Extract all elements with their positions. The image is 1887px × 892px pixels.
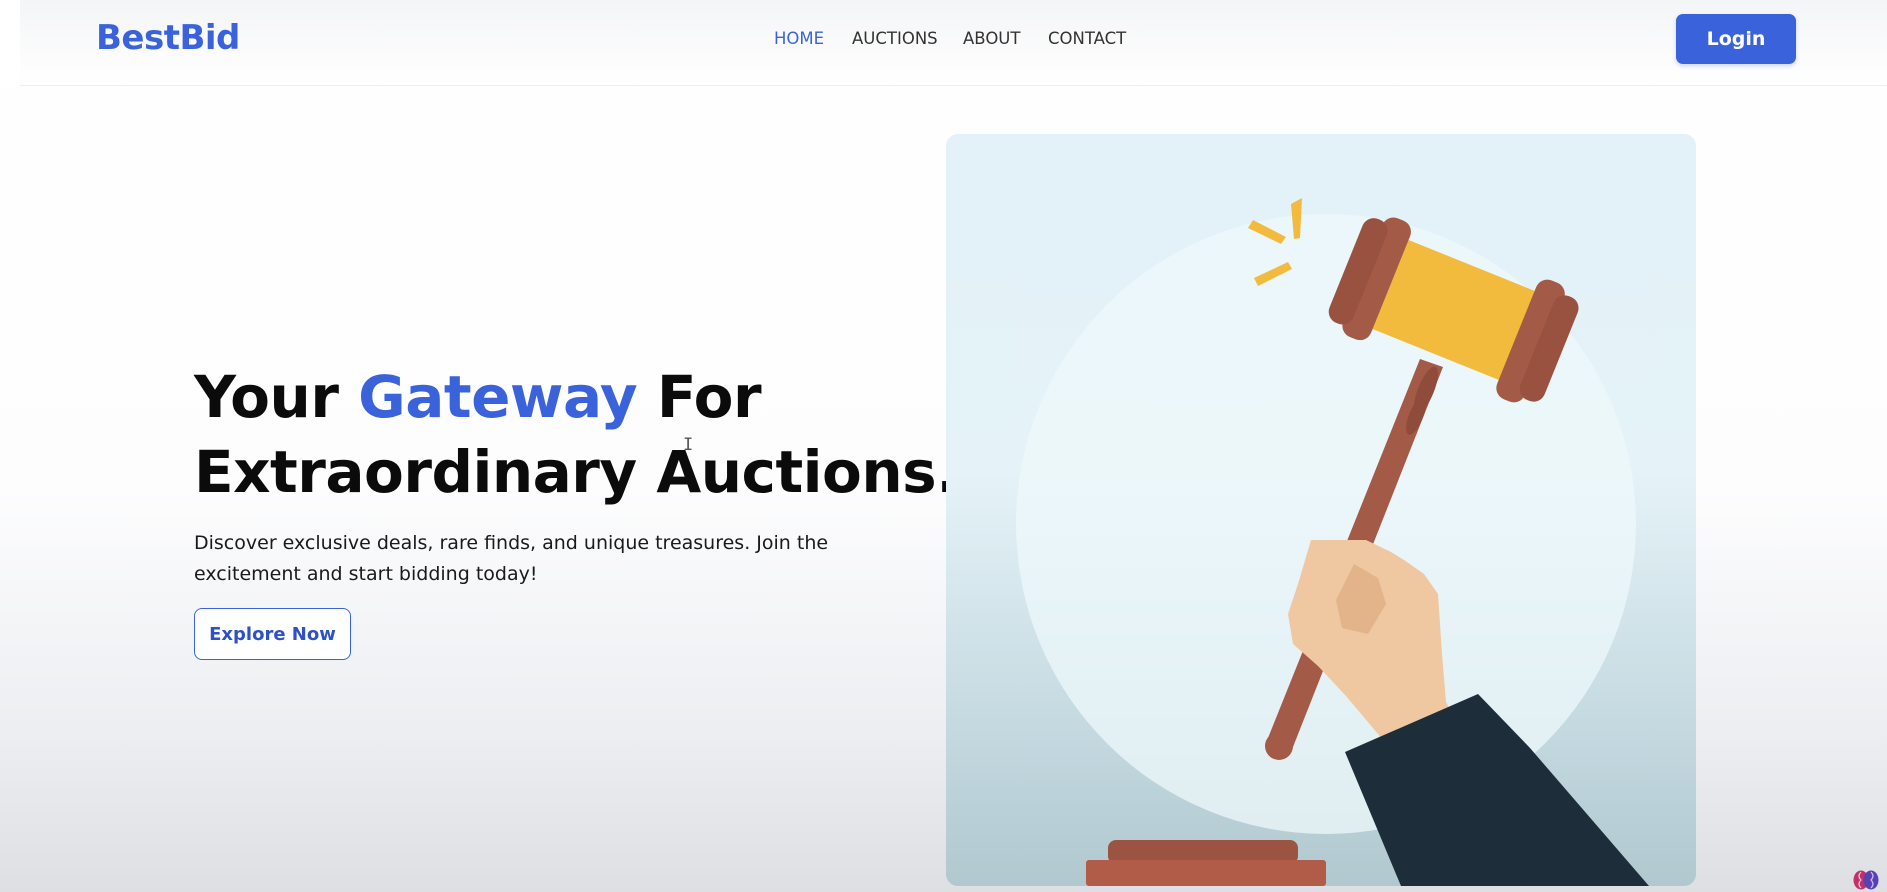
- main-nav: HOME AUCTIONS ABOUT CONTACT: [20, 29, 1887, 53]
- text-cursor-icon: I: [683, 435, 694, 455]
- navbar: BestBid HOME AUCTIONS ABOUT CONTACT Logi…: [20, 0, 1887, 86]
- brain-icon[interactable]: [1853, 869, 1879, 891]
- hero-title-end: For: [637, 363, 762, 431]
- hero-title-line1: Your Gateway For: [194, 363, 762, 431]
- hero-title-start: Your: [194, 363, 359, 431]
- nav-link-contact[interactable]: CONTACT: [1048, 29, 1126, 48]
- sound-block-icon: [1086, 840, 1326, 886]
- nav-link-about[interactable]: ABOUT: [963, 29, 1020, 48]
- hero-title: Your Gateway For Extraordinary Auctions.: [194, 360, 958, 510]
- hero-title-accent: Gateway: [358, 363, 638, 431]
- hero-description: Discover exclusive deals, rare finds, an…: [194, 532, 829, 585]
- hero-title-line2: Extraordinary Auctions.: [194, 438, 958, 506]
- login-button[interactable]: Login: [1676, 14, 1796, 64]
- explore-now-button[interactable]: Explore Now: [194, 608, 351, 660]
- gavel-svg: [1016, 198, 1649, 886]
- nav-link-home[interactable]: HOME: [774, 29, 824, 48]
- auction-gavel-illustration: [946, 134, 1696, 886]
- nav-link-auctions[interactable]: AUCTIONS: [852, 29, 938, 48]
